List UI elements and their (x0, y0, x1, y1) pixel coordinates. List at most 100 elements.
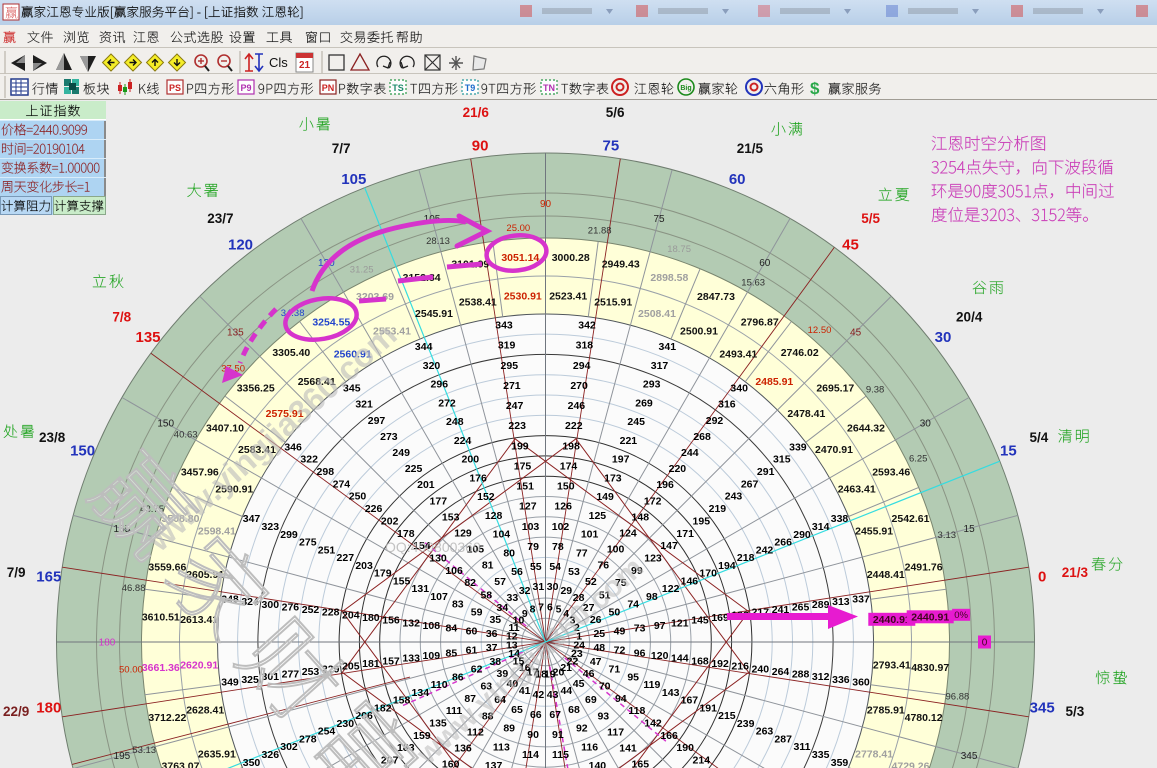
svg-text:153: 153 (442, 511, 460, 523)
svg-text:2695.17: 2695.17 (816, 383, 854, 395)
svg-text:181: 181 (362, 658, 380, 670)
svg-text:132: 132 (402, 617, 420, 629)
svg-text:298: 298 (317, 466, 335, 478)
svg-text:3610.51: 3610.51 (142, 612, 180, 624)
svg-text:22/9: 22/9 (3, 704, 29, 719)
svg-text:2463.41: 2463.41 (838, 483, 876, 495)
svg-text:29: 29 (560, 585, 572, 597)
svg-text:6.25: 6.25 (909, 454, 928, 465)
svg-text:315: 315 (773, 454, 791, 466)
svg-text:21.88: 21.88 (588, 226, 612, 237)
svg-text:134: 134 (412, 687, 430, 699)
svg-text:146: 146 (681, 575, 699, 587)
svg-text:345: 345 (961, 751, 978, 762)
svg-text:166: 166 (660, 730, 678, 742)
svg-text:201: 201 (417, 479, 435, 491)
svg-text:57: 57 (494, 576, 506, 588)
svg-text:7/7: 7/7 (332, 141, 351, 156)
svg-text:96: 96 (634, 647, 646, 659)
svg-text:30: 30 (935, 329, 952, 346)
svg-text:251: 251 (318, 544, 336, 556)
svg-text:55: 55 (530, 561, 542, 573)
svg-text:199: 199 (511, 440, 529, 452)
svg-text:157: 157 (382, 655, 400, 667)
svg-text:341: 341 (659, 341, 677, 353)
svg-text:102: 102 (552, 521, 570, 533)
svg-text:3.13: 3.13 (938, 530, 957, 541)
svg-text:8: 8 (530, 604, 536, 616)
svg-text:296: 296 (431, 379, 449, 391)
svg-text:271: 271 (503, 380, 521, 392)
svg-text:202: 202 (381, 515, 399, 527)
svg-text:226: 226 (365, 503, 383, 515)
svg-text:21/6: 21/6 (463, 105, 490, 120)
svg-text:81: 81 (482, 560, 494, 572)
svg-text:7/9: 7/9 (7, 565, 26, 580)
svg-text:172: 172 (644, 495, 662, 507)
svg-text:319: 319 (498, 340, 516, 352)
svg-text:2455.91: 2455.91 (855, 525, 893, 537)
svg-text:65: 65 (511, 704, 523, 716)
svg-text:2440.91: 2440.91 (873, 614, 911, 626)
svg-text:77: 77 (576, 547, 588, 559)
svg-text:289: 289 (812, 599, 830, 611)
svg-text:278: 278 (299, 734, 317, 746)
svg-text:216: 216 (731, 661, 749, 673)
svg-text:196: 196 (656, 479, 674, 491)
svg-text:61: 61 (466, 645, 478, 657)
svg-text:72: 72 (614, 645, 626, 657)
svg-text:74: 74 (627, 599, 639, 611)
svg-text:320: 320 (423, 360, 441, 372)
svg-text:292: 292 (706, 415, 724, 427)
svg-text:145: 145 (691, 615, 709, 627)
svg-text:200: 200 (462, 454, 480, 466)
svg-text:3305.40: 3305.40 (272, 347, 310, 359)
svg-text:240: 240 (752, 663, 770, 675)
svg-text:167: 167 (681, 695, 699, 707)
svg-text:322: 322 (300, 454, 318, 466)
svg-text:314: 314 (812, 521, 830, 533)
svg-text:264: 264 (772, 666, 790, 678)
svg-text:50.00: 50.00 (119, 665, 143, 676)
svg-text:224: 224 (454, 435, 472, 447)
svg-text:116: 116 (581, 741, 598, 753)
svg-text:118: 118 (628, 705, 645, 717)
svg-text:316: 316 (718, 399, 736, 411)
svg-text:302: 302 (280, 741, 298, 753)
svg-text:67: 67 (549, 709, 561, 721)
svg-text:70: 70 (599, 680, 611, 692)
svg-text:12.50: 12.50 (808, 325, 832, 336)
svg-text:PN: PN (322, 83, 335, 93)
svg-text:147: 147 (660, 540, 678, 552)
svg-text:318: 318 (576, 340, 594, 352)
svg-text:Cls: Cls (269, 55, 288, 70)
svg-text:80: 80 (503, 547, 515, 559)
svg-text:274: 274 (333, 478, 351, 490)
svg-text:92: 92 (576, 723, 588, 735)
svg-text:5/4: 5/4 (1030, 430, 1049, 445)
svg-text:219: 219 (709, 503, 727, 515)
svg-text:155: 155 (393, 575, 411, 587)
svg-text:53: 53 (568, 566, 580, 578)
svg-text:46: 46 (583, 668, 595, 680)
svg-text:252: 252 (302, 604, 320, 616)
svg-text:204: 204 (342, 609, 360, 621)
svg-text:43: 43 (547, 689, 559, 701)
svg-text:177: 177 (430, 495, 448, 507)
svg-text:228: 228 (322, 607, 340, 619)
svg-text:$: $ (810, 79, 820, 98)
svg-text:150: 150 (70, 442, 95, 459)
svg-text:247: 247 (506, 400, 524, 412)
svg-text:165: 165 (36, 569, 61, 586)
svg-text:7: 7 (538, 601, 544, 613)
svg-text:5/6: 5/6 (606, 105, 625, 120)
svg-text:2448.41: 2448.41 (867, 569, 905, 581)
svg-text:2898.58: 2898.58 (650, 272, 688, 284)
svg-text:323: 323 (262, 521, 280, 533)
svg-text:194: 194 (718, 560, 736, 572)
svg-text:62: 62 (471, 664, 483, 676)
svg-text:69: 69 (585, 694, 597, 706)
svg-text:2538.41: 2538.41 (459, 297, 497, 309)
svg-text:37: 37 (486, 642, 498, 654)
svg-text:2515.91: 2515.91 (594, 297, 632, 309)
